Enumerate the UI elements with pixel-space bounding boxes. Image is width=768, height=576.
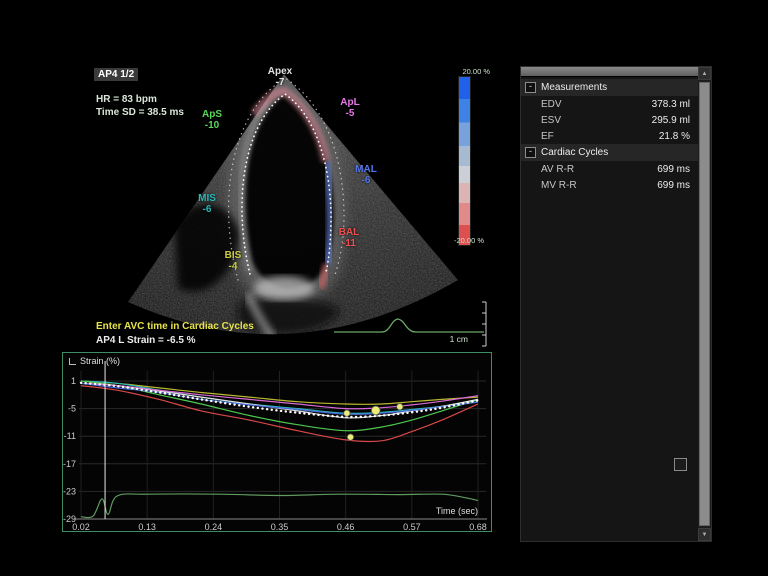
y-tick-label: -5	[68, 404, 76, 414]
segment-label-mis[interactable]: MIS -6	[198, 193, 216, 215]
section-header-cardiac-cycles[interactable]: - Cardiac Cycles	[521, 144, 698, 161]
strain-colorbar	[458, 76, 471, 246]
scale-label: 1 cm	[450, 334, 468, 344]
scroll-up-icon[interactable]: ▲	[698, 67, 711, 80]
segment-label-mal[interactable]: MAL -6	[355, 164, 377, 186]
segment-label-aps[interactable]: ApS -10	[202, 109, 222, 131]
x-tick-label: 0.35	[271, 522, 289, 531]
axis-corner-icon	[69, 358, 76, 365]
avc-prompt-text: Enter AVC time in Cardiac Cycles	[96, 321, 254, 332]
x-tick-label: 0.13	[138, 522, 156, 531]
panel-button[interactable]	[674, 458, 687, 471]
avc-marker[interactable]	[344, 410, 350, 416]
segment-label-bal[interactable]: BAL -11	[339, 227, 360, 249]
avc-marker[interactable]	[397, 404, 403, 410]
avc-marker[interactable]	[347, 434, 353, 440]
colorbar-min-label: -20.00 %	[440, 236, 484, 245]
x-tick-label: 0.24	[205, 522, 223, 531]
measurement-row-av-rr[interactable]: AV R-R 699 ms	[521, 161, 698, 177]
y-tick-label: -17	[63, 459, 76, 469]
section-header-measurements[interactable]: - Measurements	[521, 79, 698, 96]
measurement-row-esv[interactable]: ESV 295.9 ml	[521, 112, 698, 128]
y-tick-label: -11	[64, 431, 76, 441]
panel-splitter[interactable]	[521, 67, 698, 77]
ultrasound-viewport[interactable]: AP4 1/2 HR = 83 bpm Time SD = 38.5 ms Ap…	[88, 64, 490, 352]
y-tick-label: 1	[71, 376, 76, 386]
section-title: Measurements	[541, 82, 607, 93]
avc-marker[interactable]	[371, 406, 380, 415]
x-tick-label: 0.68	[469, 522, 487, 531]
heart-rate-text: HR = 83 bpm	[96, 94, 157, 105]
measurement-row-edv[interactable]: EDV 378.3 ml	[521, 96, 698, 112]
strain-chart-panel: Strain (%) 1-5-11-17-23-290.020.130.240.…	[62, 352, 492, 532]
measurement-row-mv-rr[interactable]: MV R-R 699 ms	[521, 177, 698, 193]
segment-label-bis[interactable]: BIS -4	[225, 250, 242, 272]
collapse-icon[interactable]: -	[525, 147, 536, 158]
measurements-panel: - Measurements EDV 378.3 ml ESV 295.9 ml…	[520, 66, 712, 542]
colorbar-max-label: 20.00 %	[442, 67, 490, 76]
view-label: AP4 1/2	[94, 68, 138, 81]
y-tick-label: -23	[63, 486, 76, 496]
x-axis-title: Time (sec)	[436, 506, 478, 516]
segment-label-apl[interactable]: ApL -5	[340, 97, 359, 119]
scrollbar-track[interactable]	[698, 80, 711, 528]
chart-title: Strain (%)	[69, 356, 120, 366]
vertical-scrollbar[interactable]: ▲ ▼	[698, 67, 711, 541]
x-tick-label: 0.02	[72, 522, 90, 531]
x-tick-label: 0.57	[403, 522, 421, 531]
segment-label-apex[interactable]: Apex -7	[268, 66, 292, 88]
measurement-row-ef[interactable]: EF 21.8 %	[521, 128, 698, 144]
depth-ruler	[482, 302, 486, 346]
x-tick-label: 0.46	[337, 522, 355, 531]
time-sd-text: Time SD = 38.5 ms	[96, 107, 184, 118]
strain-plot[interactable]: 1-5-11-17-23-290.020.130.240.350.460.570…	[63, 353, 491, 531]
echo-app-screen: AP4 1/2 HR = 83 bpm Time SD = 38.5 ms Ap…	[0, 0, 768, 576]
panel-body: - Measurements EDV 378.3 ml ESV 295.9 ml…	[521, 79, 698, 193]
strain-summary-text: AP4 L Strain = -6.5 %	[96, 335, 196, 346]
collapse-icon[interactable]: -	[525, 82, 536, 93]
scroll-down-icon[interactable]: ▼	[698, 528, 711, 541]
scrollbar-thumb[interactable]	[699, 82, 710, 526]
section-title: Cardiac Cycles	[541, 147, 608, 158]
